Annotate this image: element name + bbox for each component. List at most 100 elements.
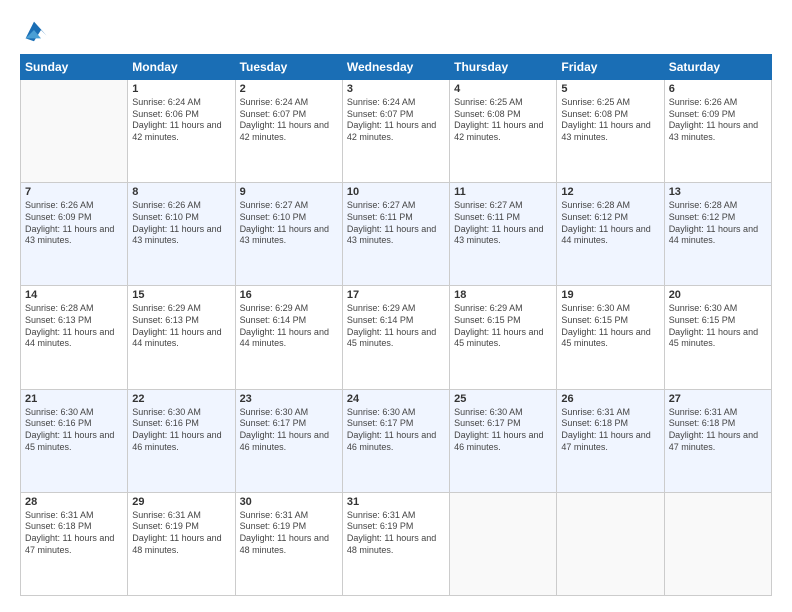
calendar-cell: 30 Sunrise: 6:31 AM Sunset: 6:19 PM Dayli… (235, 492, 342, 595)
day-info: Sunrise: 6:25 AM Sunset: 6:08 PM Dayligh… (454, 97, 552, 144)
day-info: Sunrise: 6:30 AM Sunset: 6:16 PM Dayligh… (132, 407, 230, 454)
calendar-cell: 16 Sunrise: 6:29 AM Sunset: 6:14 PM Dayli… (235, 286, 342, 389)
day-info: Sunrise: 6:24 AM Sunset: 6:07 PM Dayligh… (347, 97, 445, 144)
day-info: Sunrise: 6:28 AM Sunset: 6:13 PM Dayligh… (25, 303, 123, 350)
calendar-cell: 21Sunrise: 6:30 AM Sunset: 6:16 PM Dayli… (21, 389, 128, 492)
calendar-cell: 5Sunrise: 6:25 AM Sunset: 6:08 PM Daylig… (557, 80, 664, 183)
day-number: 18 (454, 289, 552, 301)
day-number: 13 (669, 186, 767, 198)
calendar-cell: 8 Sunrise: 6:26 AM Sunset: 6:10 PM Daylig… (128, 183, 235, 286)
calendar-cell: 11 Sunrise: 6:27 AM Sunset: 6:11 PM Dayli… (450, 183, 557, 286)
calendar-cell: 15 Sunrise: 6:29 AM Sunset: 6:13 PM Dayli… (128, 286, 235, 389)
day-number: 21 (25, 393, 123, 405)
day-info: Sunrise: 6:29 AM Sunset: 6:13 PM Dayligh… (132, 303, 230, 350)
day-header-tuesday: Tuesday (235, 55, 342, 80)
day-info: Sunrise: 6:30 AM Sunset: 6:17 PM Dayligh… (454, 407, 552, 454)
day-number: 12 (561, 186, 659, 198)
day-number: 23 (240, 393, 338, 405)
day-number: 29 (132, 496, 230, 508)
calendar-cell: 22 Sunrise: 6:30 AM Sunset: 6:16 PM Dayli… (128, 389, 235, 492)
calendar-week-3: 21 Sunrise: 6:30 AM Sunset: 6:16 PM Dayli… (21, 389, 772, 492)
calendar-cell: 14 Sunrise: 6:28 AM Sunset: 6:13 PM Dayli… (21, 286, 128, 389)
logo (20, 16, 52, 44)
day-number: 9 (240, 186, 338, 198)
day-info: Sunrise: 6:28 AM Sunset: 6:12 PM Dayligh… (561, 200, 659, 247)
calendar-cell: 7Sunrise: 6:26 AM Sunset: 6:09 PM Daylig… (21, 183, 128, 286)
calendar-cell (664, 492, 771, 595)
calendar-cell: 27Sunrise: 6:31 AM Sunset: 6:18 PM Dayli… (664, 389, 771, 492)
calendar-cell: 29 Sunrise: 6:31 AM Sunset: 6:19 PM Dayli… (128, 492, 235, 595)
day-number: 1 (132, 83, 230, 95)
day-number: 14 (25, 289, 123, 301)
calendar-cell: 1 Sunrise: 6:24 AM Sunset: 6:06 PM Daylig… (128, 80, 235, 183)
day-info: Sunrise: 6:29 AM Sunset: 6:14 PM Dayligh… (347, 303, 445, 350)
day-info: Sunrise: 6:31 AM Sunset: 6:19 PM Dayligh… (132, 510, 230, 557)
day-number: 15 (132, 289, 230, 301)
day-number: 10 (347, 186, 445, 198)
calendar-cell: 25Sunrise: 6:30 AM Sunset: 6:17 PM Dayli… (450, 389, 557, 492)
day-info: Sunrise: 6:31 AM Sunset: 6:19 PM Dayligh… (240, 510, 338, 557)
calendar-cell: 10 Sunrise: 6:27 AM Sunset: 6:11 PM Dayli… (342, 183, 449, 286)
calendar-cell: 4 Sunrise: 6:25 AM Sunset: 6:08 PM Daylig… (450, 80, 557, 183)
day-number: 31 (347, 496, 445, 508)
day-info: Sunrise: 6:24 AM Sunset: 6:07 PM Dayligh… (240, 97, 338, 144)
calendar-header-row: SundayMondayTuesdayWednesdayThursdayFrid… (21, 55, 772, 80)
calendar-cell: 13Sunrise: 6:28 AM Sunset: 6:12 PM Dayli… (664, 183, 771, 286)
calendar-week-0: 1 Sunrise: 6:24 AM Sunset: 6:06 PM Daylig… (21, 80, 772, 183)
day-info: Sunrise: 6:30 AM Sunset: 6:17 PM Dayligh… (347, 407, 445, 454)
day-info: Sunrise: 6:24 AM Sunset: 6:06 PM Dayligh… (132, 97, 230, 144)
calendar-cell: 3 Sunrise: 6:24 AM Sunset: 6:07 PM Daylig… (342, 80, 449, 183)
day-number: 30 (240, 496, 338, 508)
logo-icon (20, 16, 48, 44)
day-number: 19 (561, 289, 659, 301)
calendar-cell: 19 Sunrise: 6:30 AM Sunset: 6:15 PM Dayli… (557, 286, 664, 389)
calendar-cell: 17 Sunrise: 6:29 AM Sunset: 6:14 PM Dayli… (342, 286, 449, 389)
calendar-cell: 2 Sunrise: 6:24 AM Sunset: 6:07 PM Daylig… (235, 80, 342, 183)
calendar-table: SundayMondayTuesdayWednesdayThursdayFrid… (20, 54, 772, 596)
header (20, 16, 772, 44)
day-number: 11 (454, 186, 552, 198)
day-number: 26 (561, 393, 659, 405)
calendar-cell: 6Sunrise: 6:26 AM Sunset: 6:09 PM Daylig… (664, 80, 771, 183)
calendar-cell (21, 80, 128, 183)
day-info: Sunrise: 6:26 AM Sunset: 6:09 PM Dayligh… (25, 200, 123, 247)
day-header-thursday: Thursday (450, 55, 557, 80)
day-number: 3 (347, 83, 445, 95)
calendar-cell (557, 492, 664, 595)
calendar-cell: 12 Sunrise: 6:28 AM Sunset: 6:12 PM Dayli… (557, 183, 664, 286)
day-header-wednesday: Wednesday (342, 55, 449, 80)
day-header-monday: Monday (128, 55, 235, 80)
page: SundayMondayTuesdayWednesdayThursdayFrid… (0, 0, 792, 612)
calendar-cell: 24 Sunrise: 6:30 AM Sunset: 6:17 PM Dayli… (342, 389, 449, 492)
day-number: 24 (347, 393, 445, 405)
calendar-cell (450, 492, 557, 595)
day-info: Sunrise: 6:27 AM Sunset: 6:11 PM Dayligh… (454, 200, 552, 247)
day-number: 2 (240, 83, 338, 95)
day-number: 16 (240, 289, 338, 301)
day-number: 8 (132, 186, 230, 198)
calendar-cell: 20 Sunrise: 6:30 AM Sunset: 6:15 PM Dayli… (664, 286, 771, 389)
day-info: Sunrise: 6:31 AM Sunset: 6:18 PM Dayligh… (25, 510, 123, 557)
day-info: Sunrise: 6:27 AM Sunset: 6:11 PM Dayligh… (347, 200, 445, 247)
day-header-sunday: Sunday (21, 55, 128, 80)
day-info: Sunrise: 6:30 AM Sunset: 6:17 PM Dayligh… (240, 407, 338, 454)
day-number: 20 (669, 289, 767, 301)
day-info: Sunrise: 6:30 AM Sunset: 6:15 PM Dayligh… (669, 303, 767, 350)
calendar-cell: 31Sunrise: 6:31 AM Sunset: 6:19 PM Dayli… (342, 492, 449, 595)
day-number: 22 (132, 393, 230, 405)
day-info: Sunrise: 6:26 AM Sunset: 6:10 PM Dayligh… (132, 200, 230, 247)
calendar-week-4: 28 Sunrise: 6:31 AM Sunset: 6:18 PM Dayli… (21, 492, 772, 595)
calendar-week-2: 14 Sunrise: 6:28 AM Sunset: 6:13 PM Dayli… (21, 286, 772, 389)
day-info: Sunrise: 6:30 AM Sunset: 6:15 PM Dayligh… (561, 303, 659, 350)
day-info: Sunrise: 6:26 AM Sunset: 6:09 PM Dayligh… (669, 97, 767, 144)
day-number: 17 (347, 289, 445, 301)
calendar-cell: 26Sunrise: 6:31 AM Sunset: 6:18 PM Dayli… (557, 389, 664, 492)
calendar-cell: 18 Sunrise: 6:29 AM Sunset: 6:15 PM Dayli… (450, 286, 557, 389)
day-number: 4 (454, 83, 552, 95)
day-info: Sunrise: 6:29 AM Sunset: 6:14 PM Dayligh… (240, 303, 338, 350)
calendar-week-1: 7Sunrise: 6:26 AM Sunset: 6:09 PM Daylig… (21, 183, 772, 286)
day-info: Sunrise: 6:29 AM Sunset: 6:15 PM Dayligh… (454, 303, 552, 350)
day-header-saturday: Saturday (664, 55, 771, 80)
day-info: Sunrise: 6:25 AM Sunset: 6:08 PM Dayligh… (561, 97, 659, 144)
day-number: 28 (25, 496, 123, 508)
